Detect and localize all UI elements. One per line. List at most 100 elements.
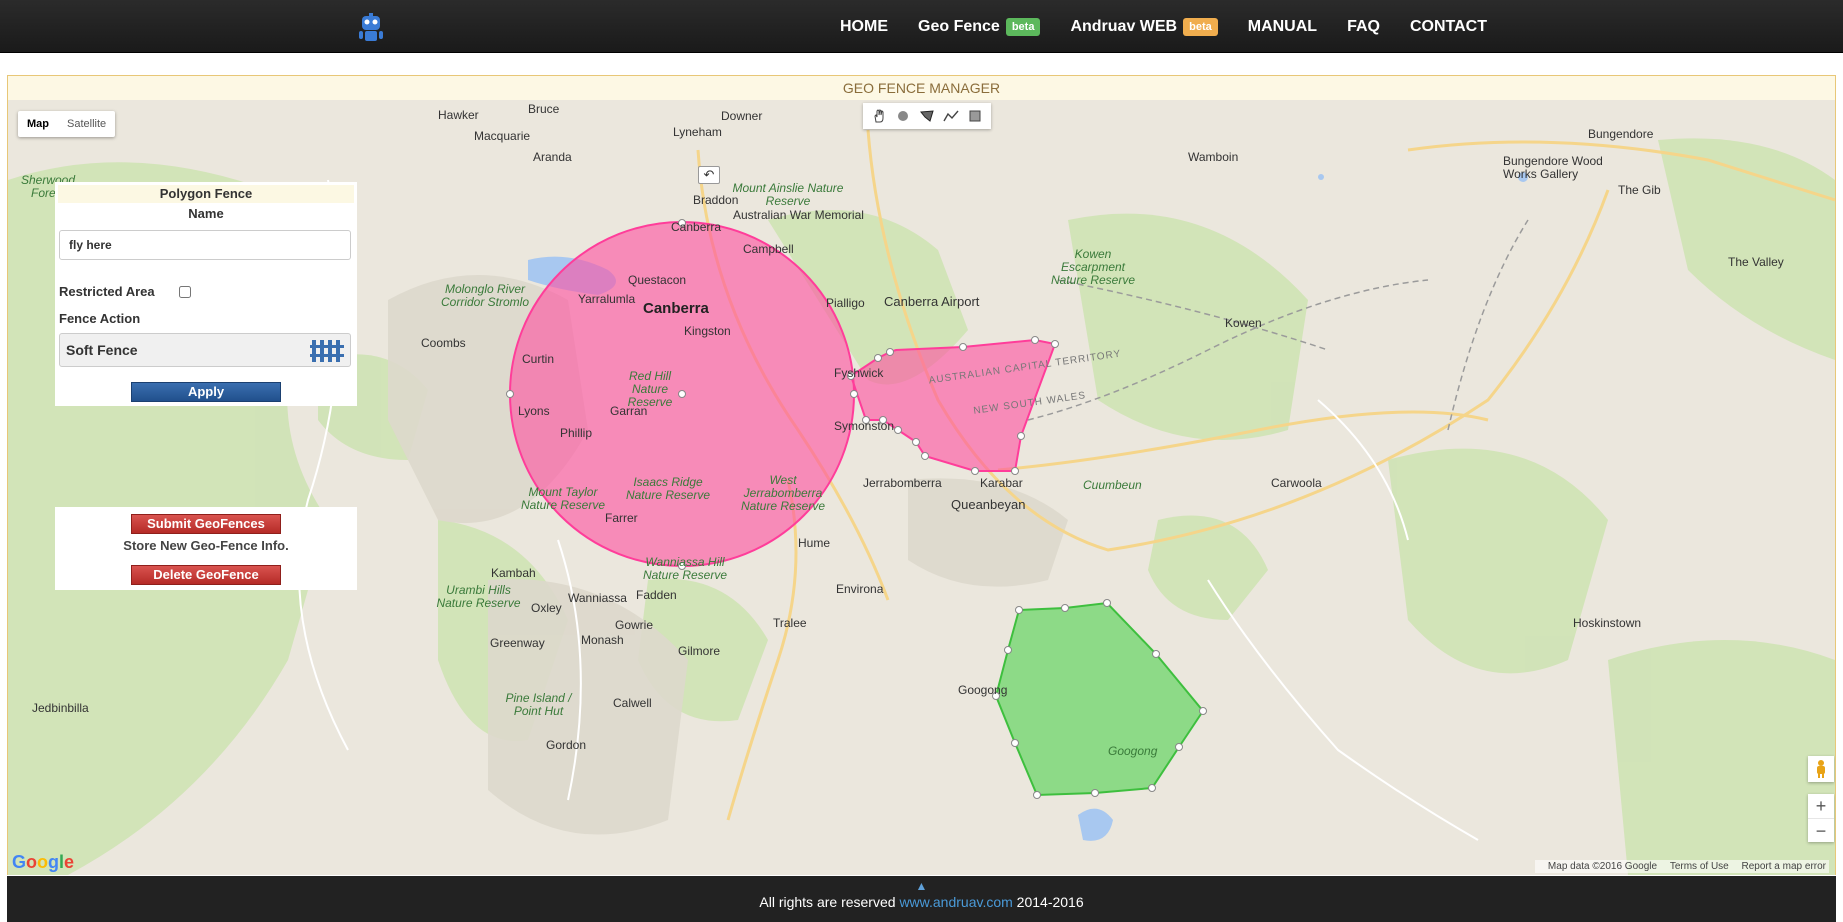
place-monash: Monash xyxy=(581,633,624,647)
place-questacon: Questacon xyxy=(628,273,687,287)
place-oxley: Oxley xyxy=(531,601,562,615)
place-karabar: Karabar xyxy=(980,476,1023,490)
google-logo: Google xyxy=(12,852,75,872)
place-wanniassa: Wanniassa xyxy=(568,591,627,605)
place-canberra: Canberra xyxy=(643,300,709,317)
place-macquarie: Macquarie xyxy=(474,129,531,143)
report-error-link[interactable]: Report a map error xyxy=(1742,861,1826,872)
drawing-toolbar xyxy=(863,103,991,129)
circle-icon[interactable] xyxy=(891,105,915,127)
place-war-memorial: Australian War Memorial xyxy=(733,208,864,222)
place-bruce: Bruce xyxy=(528,102,560,116)
nav-faq-label: FAQ xyxy=(1347,17,1380,35)
place-pine-island: Pine Island / Point Hut xyxy=(505,691,572,718)
top-navbar: HOME Geo Fence beta Andruav WEB beta MANUA… xyxy=(0,0,1843,53)
place-fyshwick: Fyshwick xyxy=(834,366,884,380)
place-pialligo: Pialligo xyxy=(826,296,865,310)
place-environa: Environa xyxy=(836,582,884,596)
map-type-map[interactable]: Map xyxy=(18,111,58,137)
place-bungendore-wood: Bungendore Wood Works Gallery xyxy=(1503,154,1603,181)
footer-link[interactable]: www.andruav.com xyxy=(899,894,1012,910)
zoom-out-button[interactable]: − xyxy=(1808,818,1834,842)
nav-andruav-web-label: Andruav WEB xyxy=(1070,17,1178,35)
polygon-fence-form: Polygon Fence Name Restricted Area Fence… xyxy=(55,182,357,406)
place-kowen-escarpment: Kowen Escarpment Nature Reserve xyxy=(1050,247,1136,287)
nav-geo-fence[interactable]: Geo Fence beta xyxy=(918,17,1041,36)
place-gilmore: Gilmore xyxy=(678,644,721,658)
apply-button[interactable]: Apply xyxy=(131,382,281,402)
fence-action-select[interactable]: Soft Fence xyxy=(59,333,351,367)
place-curtin: Curtin xyxy=(522,352,555,366)
name-label: Name xyxy=(188,206,224,221)
rectangle-icon[interactable] xyxy=(963,105,987,127)
place-wamboin: Wamboin xyxy=(1188,150,1239,164)
robot-logo-icon[interactable] xyxy=(355,12,387,44)
footer: ▲ All rights are reserved www.andruav.co… xyxy=(7,876,1836,922)
place-kambah: Kambah xyxy=(491,566,536,580)
map-type-control: Map Satellite xyxy=(18,111,116,137)
place-symonston: Symonston xyxy=(834,419,895,433)
polyline-icon[interactable] xyxy=(939,105,963,127)
geo-fence-panel: GEO FENCE MANAGER ↶ Canberra Canberra Ai… xyxy=(7,75,1836,875)
place-molonglo: Molonglo River Corridor Stromlo xyxy=(440,282,530,309)
place-canberra-airport: Canberra Airport xyxy=(884,294,980,309)
nav-manual-label: MANUAL xyxy=(1247,17,1318,35)
place-west-jerra: West Jerrabomberra Nature Reserve xyxy=(740,473,826,513)
hand-icon[interactable] xyxy=(867,105,891,127)
pegman-icon[interactable] xyxy=(1808,756,1834,782)
submit-geofences-button[interactable]: Submit GeoFences xyxy=(131,514,281,534)
place-red-hill: Red Hill Nature Reserve xyxy=(627,369,673,409)
nav-home[interactable]: HOME xyxy=(840,18,888,36)
place-tralee: Tralee xyxy=(773,616,807,630)
place-the-gib: The Gib xyxy=(1618,183,1661,197)
map-type-satellite[interactable]: Satellite xyxy=(58,111,115,137)
place-googong: Googong xyxy=(958,683,1008,697)
place-cuumbeun: Cuumbeun xyxy=(1083,478,1142,492)
place-lyons: Lyons xyxy=(518,404,550,418)
beta-badge: beta xyxy=(1183,17,1218,36)
place-mount-taylor: Mount Taylor Nature Reserve xyxy=(520,485,606,512)
place-hume: Hume xyxy=(798,536,831,550)
place-campbell: Campbell xyxy=(743,242,794,256)
footer-text: All rights are reserved www.andruav.com … xyxy=(7,894,1836,910)
scroll-up-icon[interactable]: ▲ xyxy=(7,876,1836,894)
zoom-control: + − xyxy=(1808,794,1834,842)
place-phillip: Phillip xyxy=(560,426,593,440)
map-attribution: Map data ©2016 Google Terms of Use Repor… xyxy=(1534,860,1829,873)
beta-badge: beta xyxy=(1005,17,1041,36)
place-lyneham: Lyneham xyxy=(673,125,722,139)
place-isaacs: Isaacs Ridge Nature Reserve xyxy=(625,475,711,502)
undo-icon[interactable]: ↶ xyxy=(698,166,720,184)
delete-geofence-button[interactable]: Delete GeoFence xyxy=(131,565,281,585)
polygon-fence-green[interactable] xyxy=(994,601,1205,797)
place-greenway: Greenway xyxy=(490,636,545,650)
nav-andruav-web[interactable]: Andruav WEB beta xyxy=(1070,17,1218,36)
place-fadden: Fadden xyxy=(636,588,677,602)
nav-contact-label: CONTACT xyxy=(1409,17,1487,35)
place-farrer: Farrer xyxy=(605,511,638,525)
zoom-in-button[interactable]: + xyxy=(1808,794,1834,818)
place-bungendore: Bungendore xyxy=(1588,127,1654,141)
place-jedbinbilla: Jedbinbilla xyxy=(32,701,89,715)
footer-prefix: All rights are reserved xyxy=(759,894,896,910)
form-title: Polygon Fence xyxy=(58,185,354,203)
nav-contact[interactable]: CONTACT xyxy=(1410,18,1487,36)
terms-link[interactable]: Terms of Use xyxy=(1670,861,1729,872)
nav-manual[interactable]: MANUAL xyxy=(1248,18,1317,36)
place-carwoola: Carwoola xyxy=(1271,476,1322,490)
place-hawker: Hawker xyxy=(438,108,479,122)
nav-faq[interactable]: FAQ xyxy=(1347,18,1380,36)
nav-home-label: HOME xyxy=(840,17,888,35)
fence-name-input[interactable] xyxy=(59,230,351,260)
place-wanniassa-hill: Wanniassa Hill Nature Reserve xyxy=(642,555,728,582)
place-aranda: Aranda xyxy=(533,150,572,164)
place-kingston: Kingston xyxy=(684,324,731,338)
place-canberra-centre: Canberra xyxy=(671,220,722,234)
nav-geo-fence-label: Geo Fence xyxy=(918,17,1000,35)
restricted-area-checkbox[interactable] xyxy=(179,286,191,298)
place-downer: Downer xyxy=(721,109,763,123)
panel-title: GEO FENCE MANAGER xyxy=(842,80,1001,96)
polygon-icon[interactable] xyxy=(915,105,939,127)
place-yarralumla: Yarralumla xyxy=(578,292,636,306)
place-calwell: Calwell xyxy=(613,696,652,710)
